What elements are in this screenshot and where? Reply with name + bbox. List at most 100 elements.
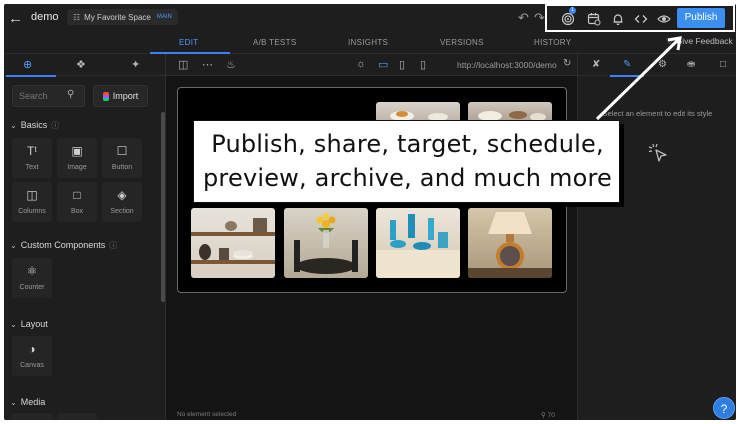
space-icon: ☷	[73, 12, 81, 22]
component-media-1[interactable]	[12, 413, 52, 420]
grid-dots-icon[interactable]: ⋯	[202, 58, 213, 71]
gallery-image[interactable]	[191, 208, 275, 278]
feature-callout: Publish, share, target, schedule, previe…	[193, 120, 620, 203]
panel-toggle-icon[interactable]: ◫	[178, 58, 188, 71]
database-icon[interactable]: ⛂	[687, 59, 695, 70]
component-label: Canvas	[20, 362, 44, 369]
component-button[interactable]: ☐ Button	[102, 138, 142, 178]
component-label: Section	[110, 208, 134, 215]
component-counter[interactable]: ⚛ Counter	[12, 258, 52, 298]
tab-ab-tests[interactable]: A/B TESTS	[253, 38, 296, 47]
component-canvas[interactable]: ◑ Canvas	[12, 336, 52, 376]
branch-badge: MAIN	[156, 14, 172, 20]
preview-url: http://localhost:3000/demo	[457, 60, 557, 70]
publish-actions-group: 1 Publish	[545, 4, 735, 32]
ai-sparkle-icon[interactable]: ✦	[131, 58, 140, 71]
section-layout-label: Layout	[20, 319, 48, 329]
refresh-icon[interactable]: ↻	[563, 58, 571, 69]
zoom-level[interactable]: ⚲ 70	[541, 411, 555, 419]
tab-versions[interactable]: VERSIONS	[440, 38, 484, 47]
component-label: Text	[25, 164, 39, 171]
selection-status: No element selected	[177, 411, 237, 418]
undo-icon[interactable]: ↶	[518, 10, 529, 26]
import-button[interactable]: Import	[93, 85, 148, 107]
chevron-down-icon: ⌄	[10, 241, 17, 250]
section-basics-label: Basics	[20, 120, 48, 130]
box-icon: □	[73, 188, 81, 202]
redo-icon[interactable]: ↷	[534, 10, 545, 26]
schedule-icon[interactable]	[587, 12, 601, 26]
component-section[interactable]: ◈ Section	[102, 182, 142, 222]
search-input[interactable]	[19, 89, 59, 103]
component-text[interactable]: Tᵗ Text	[12, 138, 52, 178]
left-tab-indicator	[6, 75, 56, 77]
back-arrow-icon[interactable]: ←	[8, 10, 23, 27]
space-selector[interactable]: ☷ My Favorite Space MAIN	[67, 9, 178, 25]
magic-wand-icon[interactable]: ✘	[592, 59, 600, 70]
section-basics[interactable]: ⌄ Basics ⓘ	[10, 120, 59, 131]
component-label: Image	[67, 164, 87, 171]
section-custom-components[interactable]: ⌄ Custom Components ⓘ	[10, 240, 117, 251]
publish-button[interactable]: Publish	[677, 8, 725, 28]
flame-icon[interactable]: ♨	[226, 58, 236, 71]
tab-edit[interactable]: EDIT	[179, 38, 198, 47]
gallery-image[interactable]	[284, 208, 368, 278]
gallery-image[interactable]	[376, 208, 460, 278]
app-window: ← demo ☷ My Favorite Space MAIN ↶ ↷ 1 Pu…	[4, 4, 736, 420]
style-panel-hint: Select an element to edit its style	[602, 109, 713, 118]
right-panel: ✘ ✎ ⚙ ⛂ □ Select an element to edit its …	[577, 54, 736, 420]
canvas-status-bar: No element selected ⚲ 70	[166, 411, 577, 420]
top-bar: ← demo ☷ My Favorite Space MAIN ↶ ↷ 1 Pu…	[4, 4, 736, 32]
zoom-value: 70	[547, 412, 555, 419]
tab-insights[interactable]: INSIGHTS	[348, 38, 388, 47]
desktop-view-icon[interactable]: ▭	[378, 58, 388, 71]
space-name: My Favorite Space	[84, 12, 151, 22]
targeting-icon[interactable]	[561, 12, 575, 26]
canvas-toolbar: ◫ ⋯ ♨ ☼ ▭ ▯ ▯ http://localhost:3000/demo…	[166, 54, 577, 76]
code-icon[interactable]	[634, 12, 648, 26]
heart-icon: ♡	[666, 36, 674, 46]
help-icon: ⓘ	[51, 121, 60, 130]
comment-icon[interactable]: □	[720, 59, 726, 70]
image-icon: ▣	[71, 144, 83, 158]
component-image[interactable]: ▣ Image	[57, 138, 97, 178]
give-feedback-link[interactable]: ♡ Give Feedback	[666, 36, 733, 47]
component-box[interactable]: □ Box	[57, 182, 97, 222]
section-stack-icon: ◈	[117, 188, 127, 202]
component-columns[interactable]: ◫ Columns	[12, 182, 52, 222]
preview-eye-icon[interactable]	[657, 12, 671, 26]
mobile-view-icon[interactable]: ▯	[420, 58, 426, 71]
left-panel-tabs: ⊕ ❖ ✦	[4, 54, 166, 77]
tablet-view-icon[interactable]: ▯	[399, 58, 405, 71]
bell-icon[interactable]	[611, 12, 625, 26]
section-media[interactable]: ⌄ Media	[10, 397, 45, 407]
section-custom-label: Custom Components	[20, 240, 106, 250]
columns-icon: ◫	[26, 188, 38, 202]
editor-canvas: ◫ ⋯ ♨ ☼ ▭ ▯ ▯ http://localhost:3000/demo…	[166, 54, 577, 420]
add-elements-icon[interactable]: ⊕	[23, 58, 32, 71]
component-media-2[interactable]	[57, 413, 97, 420]
right-panel-tabs: ✘ ✎ ⚙ ⛂ □	[578, 54, 736, 77]
callout-text: Publish, share, target, schedule, previe…	[194, 127, 621, 195]
left-panel-scrollbar[interactable]	[161, 112, 165, 302]
settings-gear-icon[interactable]: ⚙	[658, 59, 667, 70]
component-search: ⚲	[12, 85, 85, 107]
style-brush-icon[interactable]: ✎	[623, 59, 631, 70]
gallery-image[interactable]	[468, 208, 552, 278]
tab-history[interactable]: HISTORY	[534, 38, 571, 47]
search-icon: ⚲	[67, 89, 75, 100]
notification-count-badge: 1	[569, 7, 576, 14]
section-layout[interactable]: ⌄ Layout	[10, 319, 48, 329]
click-cursor-icon	[648, 143, 667, 162]
help-button[interactable]: ?	[713, 397, 735, 419]
cursor-click-icon: ☐	[116, 144, 128, 158]
text-icon: Tᵗ	[27, 144, 37, 158]
layers-icon[interactable]: ❖	[76, 58, 86, 71]
focus-icon[interactable]: ☼	[356, 58, 366, 70]
component-label: Counter	[19, 284, 45, 291]
component-label: Button	[111, 164, 133, 171]
help-icon: ⓘ	[109, 241, 118, 250]
palette-icon: ◑	[28, 342, 36, 356]
project-name: demo	[31, 11, 59, 23]
callout-line-1: Publish, share, target, schedule,	[211, 130, 604, 158]
